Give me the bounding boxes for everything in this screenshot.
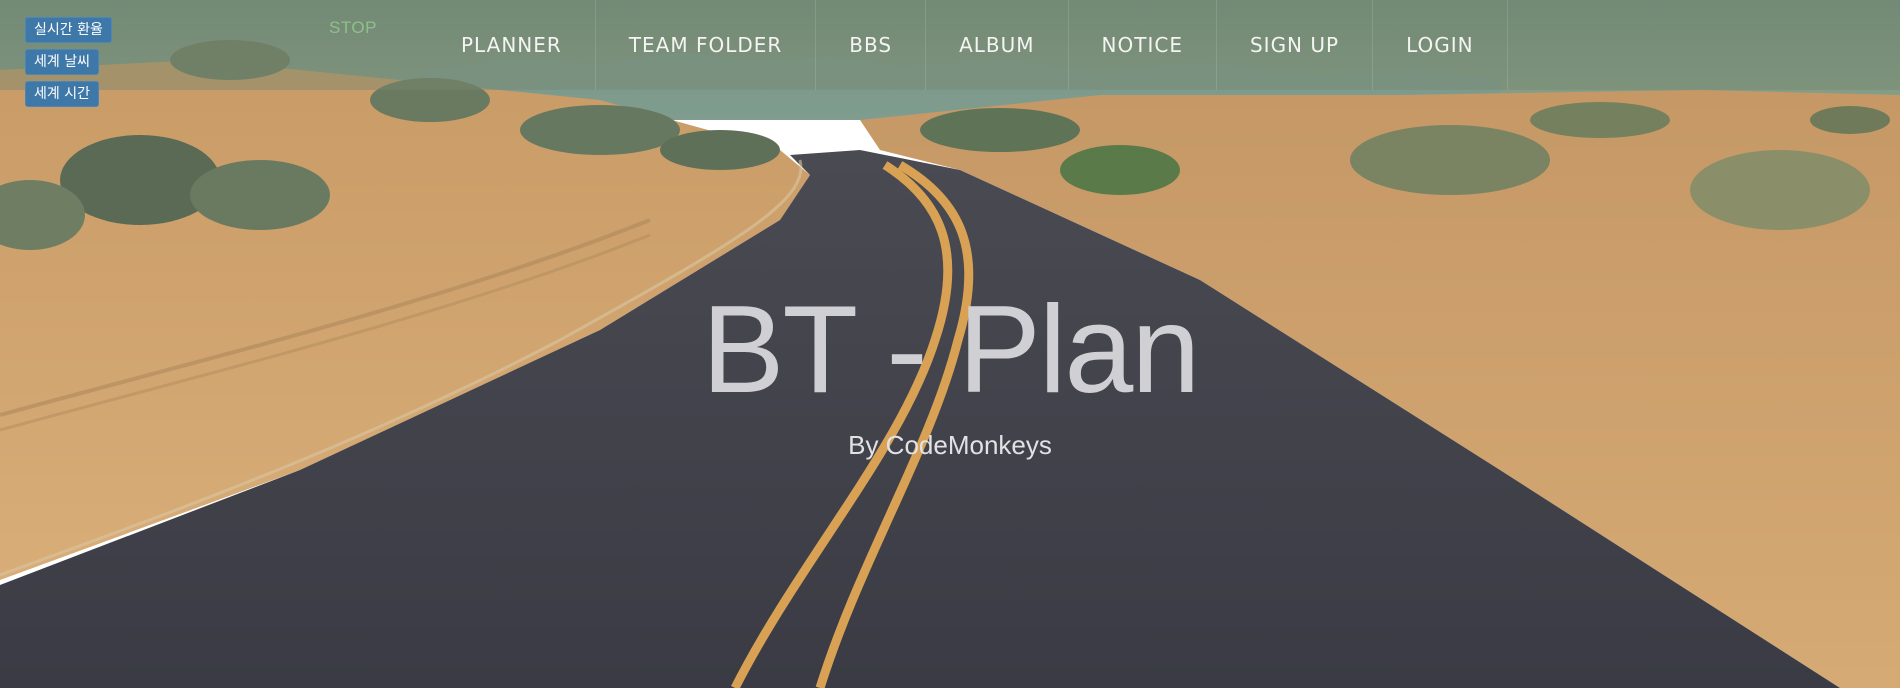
nav-item-sign-up[interactable]: SIGN UP [1217, 0, 1374, 90]
nav-item-album[interactable]: ALBUM [926, 0, 1069, 90]
nav-item-team-folder[interactable]: TEAM FOLDER [596, 0, 817, 90]
nav-item-bbs[interactable]: BBS [816, 0, 927, 90]
page-subtitle: By CodeMonkeys [848, 430, 1052, 460]
world-time-button[interactable]: 세계 시간 [25, 81, 99, 107]
nav-item-login[interactable]: LOGIN [1373, 0, 1508, 90]
hero-section: PLANNER TEAM FOLDER BBS ALBUM NOTICE SIG… [0, 0, 1900, 688]
page-title: BT - Plan [701, 281, 1201, 419]
nav-item-planner[interactable]: PLANNER [430, 0, 596, 90]
main-menu: PLANNER TEAM FOLDER BBS ALBUM NOTICE SIG… [430, 0, 1508, 90]
widget-button-group: 실시간 환율 세계 날씨 세계 시간 [25, 17, 112, 107]
stop-button[interactable]: STOP [329, 18, 377, 38]
exchange-rate-button[interactable]: 실시간 환율 [25, 17, 112, 43]
top-navigation-bar: PLANNER TEAM FOLDER BBS ALBUM NOTICE SIG… [0, 0, 1900, 90]
world-weather-button[interactable]: 세계 날씨 [25, 49, 99, 75]
nav-item-notice[interactable]: NOTICE [1069, 0, 1217, 90]
